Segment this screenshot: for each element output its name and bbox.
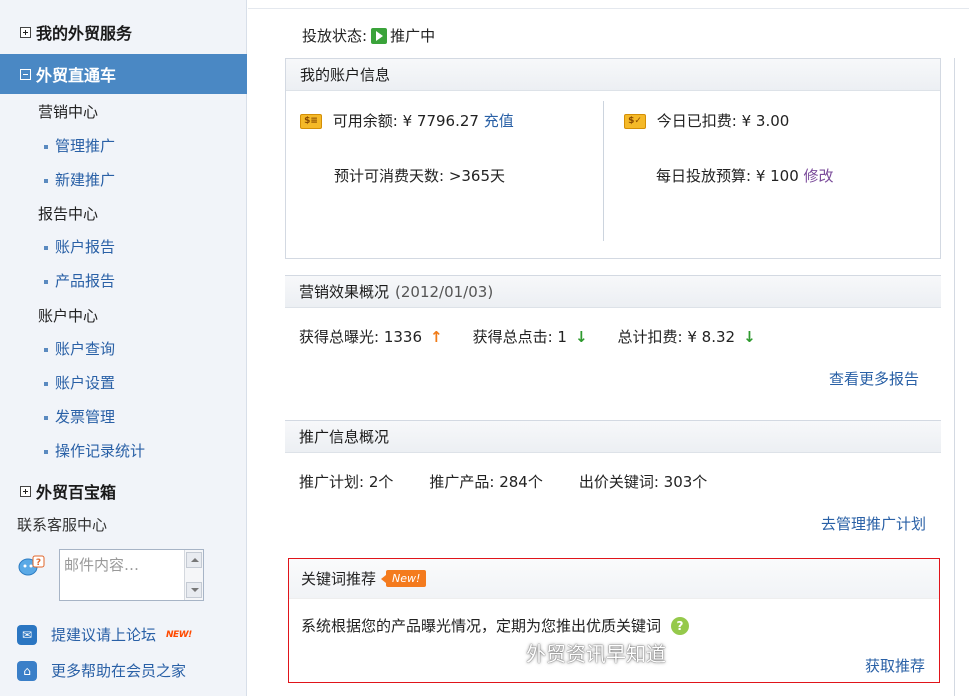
promo-panel: 推广信息概况 推广计划: 2个 推广产品: 284个 出价关键词: 303个 去… (285, 420, 941, 545)
section-direct-train[interactable]: 外贸直通车 (0, 54, 247, 94)
effect-stats: 获得总曝光: 1336 ↑ 获得总点击: 1 ↓ 总计扣费: ¥ 8.32 ↓ (299, 326, 786, 347)
contact-label: 联系客服中心 (17, 516, 108, 534)
effect-panel: 营销效果概况 (2012/01/03) 获得总曝光: 1336 ↑ 获得总点击:… (285, 275, 941, 403)
play-icon (371, 27, 388, 44)
sidebar-item-operation-log[interactable]: 操作记录统计 (44, 440, 145, 461)
group-report: 报告中心 (38, 205, 99, 223)
section-label: 外贸百宝箱 (36, 483, 117, 502)
budget-label: 每日投放预算: ¥ 100 (656, 167, 799, 185)
watermark-text: 外贸资讯早知道 (526, 642, 666, 666)
arrow-up-icon: ↑ (430, 327, 443, 346)
modify-budget-link[interactable]: 修改 (804, 167, 834, 185)
help-home-icon: ⌂ (17, 660, 37, 681)
cost-stat: 总计扣费: ¥ 8.32 ↓ (618, 326, 756, 347)
help-icon[interactable]: ? (671, 616, 690, 635)
chat-bubble-icon: ? (18, 555, 45, 576)
sidebar-item-product-report[interactable]: 产品报告 (44, 270, 115, 291)
report-date: (2012/01/03) (395, 282, 494, 301)
section-treasure-box[interactable]: 外贸百宝箱 (0, 471, 247, 511)
status-row: 投放状态: 推广中 (302, 25, 435, 46)
keyword-panel-title: 关键词推荐 New! (289, 559, 939, 599)
vertical-divider (603, 101, 604, 241)
sidebar-item-account-report[interactable]: 账户报告 (44, 236, 115, 257)
collapse-icon (20, 68, 31, 80)
money-icon: $≡ (300, 114, 322, 129)
help-link-label: 更多帮助在会员之家 (51, 662, 187, 680)
group-marketing: 营销中心 (38, 103, 99, 121)
promo-panel-title: 推广信息概况 (285, 421, 941, 453)
keyword-desc: 系统根据您的产品曝光情况，定期为您推出优质关键词 (301, 617, 662, 635)
expand-icon (20, 26, 31, 38)
today-cost-label: 今日已扣费: ¥ 3.00 (656, 112, 790, 130)
mail-scrollbar[interactable] (184, 550, 203, 600)
plans-stat: 推广计划: 2个 (299, 473, 394, 491)
status-label: 投放状态: (302, 27, 368, 45)
promo-stats: 推广计划: 2个 推广产品: 284个 出价关键词: 303个 (299, 471, 737, 492)
clicks-value: 获得总点击: 1 (472, 328, 567, 346)
arrow-down-icon: ↓ (574, 327, 588, 346)
panel-title: 营销效果概况 (299, 283, 390, 301)
forum-icon: ✉ (17, 624, 37, 645)
sidebar-item-account-query[interactable]: 账户查询 (44, 338, 115, 359)
scroll-up-icon[interactable] (186, 552, 202, 568)
panel-title: 推广信息概况 (299, 428, 390, 446)
section-my-services[interactable]: 我的外贸服务 (0, 12, 247, 52)
sidebar-item-account-settings[interactable]: 账户设置 (44, 372, 115, 393)
keywords-stat: 出价关键词: 303个 (578, 473, 708, 491)
exposure-value: 获得总曝光: 1336 (299, 328, 422, 346)
account-panel-title: 我的账户信息 (286, 59, 940, 91)
section-label: 外贸直通车 (36, 66, 117, 85)
account-panel: 我的账户信息 $≡ 可用余额: ¥ 7796.27 充值 预计可消费天数: >3… (285, 58, 941, 259)
panel-title: 关键词推荐 (301, 570, 377, 588)
money-check-icon: $✓ (624, 114, 646, 129)
forum-link[interactable]: ✉ 提建议请上论坛 NEW! (17, 624, 192, 645)
scroll-down-icon[interactable] (186, 582, 202, 598)
keyword-desc-row: 系统根据您的产品曝光情况，定期为您推出优质关键词 ? (301, 615, 690, 636)
manage-plans-link[interactable]: 去管理推广计划 (821, 513, 926, 534)
help-link[interactable]: ⌂ 更多帮助在会员之家 (17, 660, 186, 681)
exposure-stat: 获得总曝光: 1336 ↑ (299, 326, 443, 347)
forum-link-label: 提建议请上论坛 (51, 626, 157, 644)
get-recommend-link[interactable]: 获取推荐 (865, 655, 925, 676)
days-label: 预计可消费天数: >365天 (334, 167, 506, 185)
balance-label: 可用余额: ¥ 7796.27 (332, 112, 479, 130)
clicks-stat: 获得总点击: 1 ↓ (473, 326, 588, 347)
recharge-link[interactable]: 充值 (484, 112, 514, 130)
sidebar-item-create[interactable]: 新建推广 (44, 169, 115, 190)
new-tag: NEW! (166, 629, 192, 640)
today-cost-row: $✓ 今日已扣费: ¥ 3.00 (624, 110, 789, 131)
more-reports-link[interactable]: 查看更多报告 (829, 368, 919, 389)
sidebar: 我的外贸服务 外贸直通车 营销中心 管理推广 新建推广 报告中心 账户报告 产品… (0, 0, 247, 696)
mail-content-input[interactable] (60, 550, 184, 598)
products-stat: 推广产品: 284个 (429, 473, 543, 491)
watermark: 外贸资讯早知道 (486, 638, 666, 667)
arrow-down-icon: ↓ (743, 327, 756, 346)
status-value: 推广中 (390, 27, 436, 45)
budget-row: 每日投放预算: ¥ 100 修改 (656, 165, 834, 186)
panel-title: 我的账户信息 (300, 66, 391, 84)
sidebar-item-invoice[interactable]: 发票管理 (44, 406, 115, 427)
sidebar-item-manage[interactable]: 管理推广 (44, 135, 115, 156)
expand-icon (20, 485, 31, 497)
effect-panel-title: 营销效果概况 (2012/01/03) (285, 276, 941, 308)
balance-row: $≡ 可用余额: ¥ 7796.27 充值 (300, 110, 514, 131)
right-edge-line (954, 58, 955, 696)
mail-box (59, 549, 204, 601)
wechat-icon (487, 641, 517, 664)
main-content: 投放状态: 推广中 我的账户信息 $≡ 可用余额: ¥ 7796.27 充值 预… (248, 0, 969, 696)
new-badge: New! (380, 570, 427, 587)
group-account: 账户中心 (38, 307, 99, 325)
cost-value: 总计扣费: ¥ 8.32 (617, 328, 736, 346)
svg-text:?: ? (36, 558, 41, 568)
section-label: 我的外贸服务 (36, 24, 133, 43)
